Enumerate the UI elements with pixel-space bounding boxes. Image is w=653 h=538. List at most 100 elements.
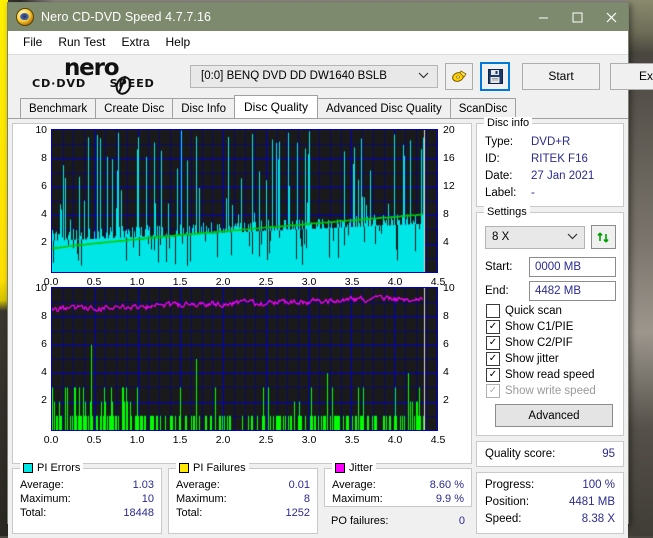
quality-score-label: Quality score: [485,448,556,460]
jitter-stats-group: Jitter Average: 8.60 % Maximum: 9.9 % [324,462,472,507]
start-field-row: Start: 0000 MB [477,255,623,279]
jitter-average-value: 8.60 % [429,479,464,491]
checkbox-quick-scan-label: Quick scan [505,305,562,317]
checkbox-show-read-speed[interactable]: ✓ Show read speed [477,367,623,383]
checkbox-show-c2-pif[interactable]: ✓ Show C2/PIF [477,335,623,351]
tab-strip: Benchmark Create Disc Disc Info Disc Qua… [8,95,628,119]
statistics-row: PI Errors Average: 1.03 Maximum: 10 Tota… [12,462,472,534]
jitter-legend-label: Jitter [349,462,373,474]
checkbox-show-jitter[interactable]: ✓ Show jitter [477,351,623,367]
checkbox-show-jitter-label: Show jitter [505,353,559,365]
disc-info-group: Disc info Type: DVD+R ID: RITEK F16 Date… [476,117,624,207]
ytick-right-top-16: 16 [443,152,455,164]
drive-select-value: [0:0] BENQ DVD DD DW1640 BSLB [201,70,387,82]
speed-label: Speed: [485,513,522,525]
ytick-right-top-20: 20 [443,124,455,136]
charts-panel: 10 8 6 4 2 20 16 12 8 4 0.0 0.5 1.0 1.5 … [12,123,472,464]
nero-logo-subtitle: CD·DVD SPEED [32,78,155,89]
speed-select[interactable]: 8 X [485,225,585,249]
position-value: 4481 MB [568,496,615,508]
charts-column: 10 8 6 4 2 20 16 12 8 4 0.0 0.5 1.0 1.5 … [12,123,472,534]
nero-disc-icon [16,8,34,26]
pi-failures-maximum-label: Maximum: [176,493,227,505]
checkbox-show-write-speed-label: Show write speed [505,385,596,397]
exit-button[interactable]: Exit [610,62,653,90]
pi-failures-plot-area [51,287,438,431]
refresh-icon[interactable] [591,225,616,249]
save-floppy-icon[interactable] [480,61,510,91]
pi-errors-total-label: Total: [20,507,47,519]
ytick-top-4: 4 [41,208,47,220]
menu-bar: File Run Test Extra Help [8,31,628,54]
disc-info-id-value: RITEK F16 [531,153,588,165]
po-failures-line: PO failures: 0 [324,514,472,528]
settings-legend: Settings [484,206,530,218]
checkbox-box [486,304,500,318]
ytick-top-2: 2 [41,236,47,248]
xtick-bot-7: 3.5 [344,434,360,446]
advanced-button[interactable]: Advanced [495,404,613,427]
start-button[interactable]: Start [522,62,600,90]
disc-info-date-label: Date: [485,170,513,182]
jitter-stats-column: Jitter Average: 8.60 % Maximum: 9.9 % PO… [324,462,472,534]
menu-item-extra[interactable]: Extra [114,33,158,51]
eject-disc-icon[interactable] [445,62,473,90]
menu-item-file[interactable]: File [16,33,51,51]
pi-failures-average-label: Average: [176,479,220,491]
xtick-bot-9: 4.5 [430,434,446,446]
checkbox-box: ✓ [486,368,500,382]
position-row: Position: 4481 MB [477,494,623,511]
progress-group: Progress: 100 % Position: 4481 MB Speed:… [476,472,624,534]
tab-disc-quality[interactable]: Disc Quality [234,95,319,118]
speed-row: 8 X [477,223,623,255]
pi-errors-total-row: Total: 18448 [13,506,161,520]
jitter-maximum-row: Maximum: 9.9 % [325,492,471,506]
pi-errors-canvas [52,130,437,272]
menu-item-help[interactable]: Help [159,33,200,51]
minimize-icon[interactable] [526,3,560,31]
pi-failures-total-label: Total: [176,507,203,519]
checkbox-show-c1-pie[interactable]: ✓ Show C1/PIE [477,319,623,335]
menu-item-run-test[interactable]: Run Test [51,33,114,51]
po-failures-value: 0 [458,514,465,527]
drive-select-combo[interactable]: [0:0] BENQ DVD DD DW1640 BSLB [190,64,438,88]
disc-info-id-row: ID: RITEK F16 [477,151,623,168]
tab-create-disc[interactable]: Create Disc [95,98,174,118]
checkbox-quick-scan[interactable]: Quick scan [477,303,623,319]
tab-disc-info[interactable]: Disc Info [172,98,235,118]
pi-errors-average-value: 1.03 [132,479,154,491]
speed-select-value: 8 X [492,231,510,243]
tab-advanced-disc-quality[interactable]: Advanced Disc Quality [317,98,451,118]
ytick-right-bot-2: 2 [443,394,449,406]
tab-benchmark[interactable]: Benchmark [20,98,97,118]
jitter-color-swatch [335,463,345,473]
maximize-icon[interactable] [560,3,594,31]
pi-failures-legend-label: PI Failures [193,462,246,474]
pi-errors-color-swatch [23,463,33,473]
disc-info-type-value: DVD+R [531,136,571,148]
tab-content-disc-quality: 10 8 6 4 2 20 16 12 8 4 0.0 0.5 1.0 1.5 … [8,117,628,538]
disc-info-label-label: Label: [485,187,517,199]
po-failures-row: PO failures: 0 [324,507,472,534]
pi-failures-stats-group: PI Failures Average: 0.01 Maximum: 8 Tot… [168,462,318,534]
speed-value: 8.38 X [581,513,615,525]
pi-failures-color-swatch [179,463,189,473]
disc-info-label-value: - [531,187,535,199]
pi-errors-legend: PI Errors [20,462,84,474]
checkbox-box: ✓ [486,320,500,334]
progress-value: 100 % [582,479,615,491]
close-icon[interactable] [594,3,628,31]
ytick-top-6: 6 [41,180,47,192]
start-field[interactable]: 0000 MB [529,257,616,277]
pi-errors-stats-group: PI Errors Average: 1.03 Maximum: 10 Tota… [12,462,162,534]
tab-scandisc[interactable]: ScanDisc [449,98,517,118]
title-bar[interactable]: Nero CD-DVD Speed 4.7.7.16 [8,3,628,31]
speed-row-progress: Speed: 8.38 X [477,511,623,528]
logo-sub-left: CD·DVD [32,77,87,90]
checkbox-show-write-speed: ✓ Show write speed [477,383,623,399]
pi-failures-total-value: 1252 [285,507,310,519]
ytick-bot-10: 10 [35,282,47,294]
end-field[interactable]: 4482 MB [529,281,616,301]
pi-errors-plot-area [51,129,438,273]
jitter-legend: Jitter [332,462,376,474]
